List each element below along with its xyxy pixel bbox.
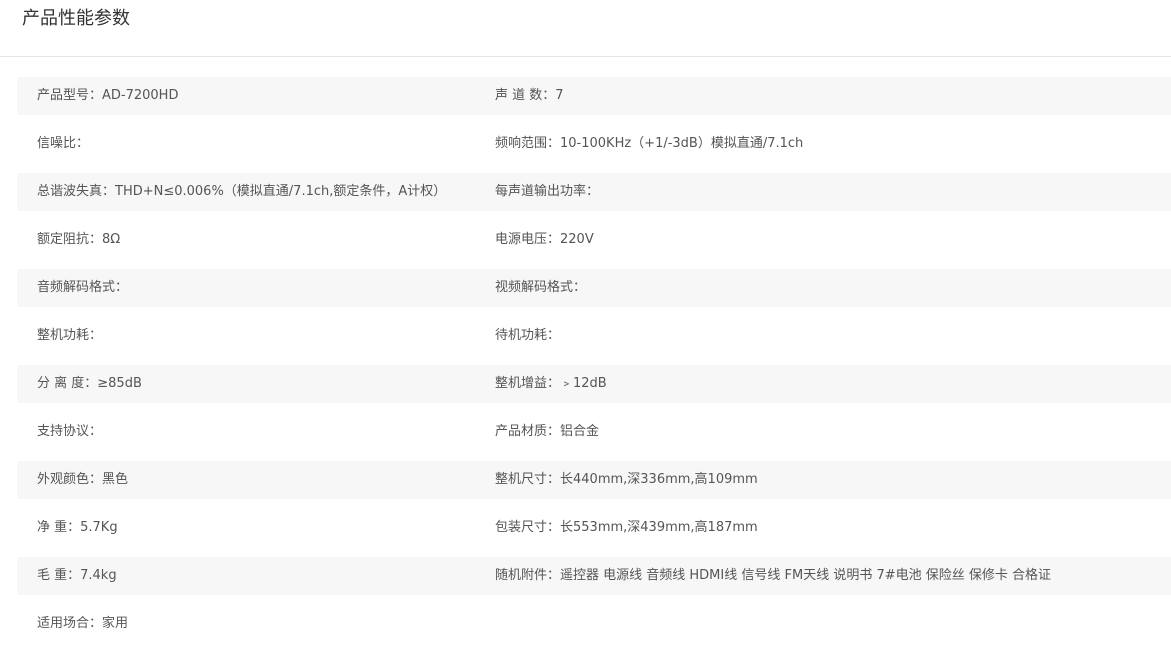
spec-row: 音频解码格式： 视频解码格式： [17,269,1171,307]
spec-item: 信噪比： [37,136,90,151]
section-title: 产品性能参数 [22,8,130,29]
spec-item: 分 离 度：≥85dB [37,376,142,391]
spec-item: 适用场合：家用 [37,616,129,631]
spec-row: 信噪比： 频响范围：10-100KHz（+1/-3dB）模拟直通/7.1ch [17,125,1171,163]
spec-item: 产品型号：AD-7200HD [37,88,179,103]
spec-item: 每声道输出功率： [495,184,600,199]
spec-item: 总谐波失真：THD+N≤0.006%（模拟直通/7.1ch,额定条件，A计权） [37,184,447,199]
spec-row: 毛 重：7.4kg 随机附件：遥控器 电源线 音频线 HDMI线 信号线 FM天… [17,557,1171,595]
spec-item: 额定阻抗：8Ω [37,232,121,247]
spec-item: 毛 重：7.4kg [37,568,117,583]
spec-item: 整机尺寸：长440mm,深336mm,高109mm [495,472,758,487]
spec-item: 产品材质：铝合金 [495,424,600,439]
spec-item: 声 道 数：7 [495,88,564,103]
spec-item: 待机功耗： [495,328,561,343]
spec-item: 支持协议： [37,424,103,439]
spec-row: 额定阻抗：8Ω 电源电压：220V [17,221,1171,259]
spec-item: 随机附件：遥控器 电源线 音频线 HDMI线 信号线 FM天线 说明书 7#电池… [495,568,1052,583]
spec-row: 净 重：5.7Kg 包装尺寸：长553mm,深439mm,高187mm [17,509,1171,547]
spec-item: 频响范围：10-100KHz（+1/-3dB）模拟直通/7.1ch [495,136,804,151]
spec-row: 适用场合：家用 [17,605,1171,643]
spec-row: 总谐波失真：THD+N≤0.006%（模拟直通/7.1ch,额定条件，A计权） … [17,173,1171,211]
spec-row: 分 离 度：≥85dB 整机增益：﹥12dB [17,365,1171,403]
spec-item: 净 重：5.7Kg [37,520,118,535]
spec-item: 包装尺寸：长553mm,深439mm,高187mm [495,520,758,535]
spec-row: 支持协议： 产品材质：铝合金 [17,413,1171,451]
spec-item: 整机功耗： [37,328,103,343]
spec-item: 外观颜色：黑色 [37,472,129,487]
divider [0,56,1171,57]
spec-item: 整机增益：﹥12dB [495,376,607,391]
spec-row: 外观颜色：黑色 整机尺寸：长440mm,深336mm,高109mm [17,461,1171,499]
spec-item: 音频解码格式： [37,280,129,295]
spec-table: 产品型号：AD-7200HD 声 道 数：7 信噪比： 频响范围：10-100K… [17,77,1171,653]
spec-row: 产品型号：AD-7200HD 声 道 数：7 [17,77,1171,115]
spec-row: 整机功耗： 待机功耗： [17,317,1171,355]
spec-item: 视频解码格式： [495,280,587,295]
spec-item: 电源电压：220V [495,232,594,247]
